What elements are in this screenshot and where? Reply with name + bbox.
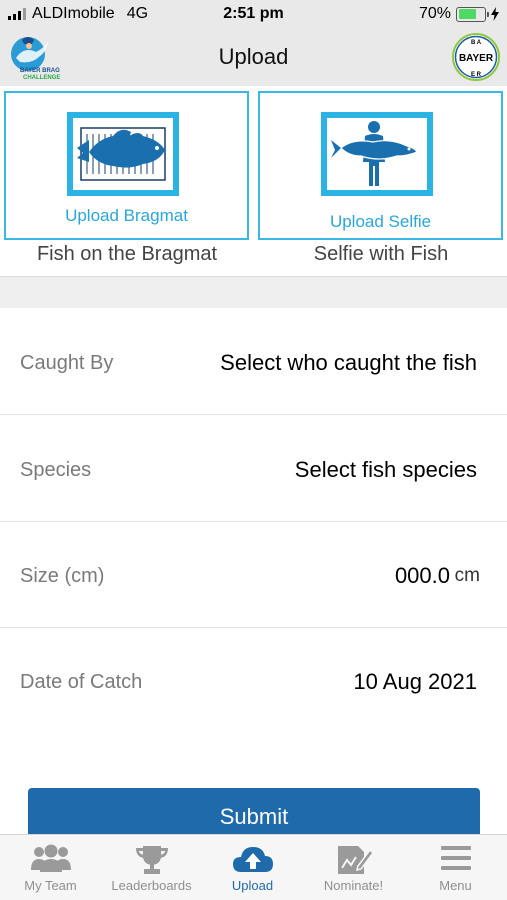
upload-bragmat-card[interactable]: Upload Bragmat <box>4 91 249 240</box>
charging-bolt-icon <box>491 7 499 21</box>
date-label: Date of Catch <box>20 671 143 693</box>
fish-on-mat-icon <box>77 127 166 181</box>
nominate-icon <box>337 846 374 874</box>
tab-my-team[interactable]: My Team <box>0 835 101 900</box>
team-icon <box>30 844 71 872</box>
upload-selfie-card[interactable]: Upload Selfie <box>258 91 503 240</box>
species-label: Species <box>20 459 92 481</box>
species-row[interactable]: Species Select fish species <box>0 416 507 522</box>
upload-area: Upload Bragmat Upload Selfie Fish on the… <box>0 86 507 276</box>
tab-label: Menu <box>439 878 472 893</box>
app-header: BAYER BRAG FISH CHALLENGE Upload BAYER B… <box>0 30 507 86</box>
tab-label: Leaderboards <box>111 878 192 893</box>
svg-text:E R: E R <box>471 72 482 78</box>
battery-percent: 70% <box>418 5 451 22</box>
tab-upload[interactable]: Upload <box>202 835 303 900</box>
tab-nominate[interactable]: Nominate! <box>303 835 404 900</box>
tab-menu[interactable]: Menu <box>405 835 506 900</box>
tab-label: Upload <box>231 878 274 893</box>
bayer-logo[interactable]: BAYER B A E R <box>451 32 501 82</box>
person-holding-fish-icon <box>331 121 418 186</box>
upload-selfie-label: Upload Selfie <box>329 212 432 231</box>
battery-icon <box>456 6 489 22</box>
status-right: 70% <box>419 5 499 23</box>
bragmat-caption: Fish on the Bragmat <box>36 243 218 265</box>
date-row[interactable]: Date of Catch 10 Aug 2021 <box>0 628 507 734</box>
bragmat-frame <box>67 112 179 196</box>
date-picker[interactable]: 10 Aug 2021 <box>353 669 477 695</box>
tab-bar: My Team Leaderboards Upload Nominate! Me… <box>0 834 507 900</box>
selfie-frame <box>321 112 433 196</box>
tab-label: My Team <box>24 878 77 893</box>
caught-by-label: Caught By <box>20 352 114 374</box>
size-input[interactable]: 000.0 <box>395 563 450 589</box>
tab-leaderboards[interactable]: Leaderboards <box>101 835 202 900</box>
caught-by-select[interactable]: Select who caught the fish <box>220 350 477 376</box>
size-row[interactable]: Size (cm) 000.0 cm <box>0 522 507 628</box>
section-divider <box>0 276 507 308</box>
status-bar: ALDImobile 4G 2:51 pm 70% <box>0 0 507 30</box>
caught-by-row[interactable]: Caught By Select who caught the fish <box>0 309 507 415</box>
submit-button[interactable]: Submit <box>28 788 480 840</box>
upload-bragmat-label: Upload Bragmat <box>65 206 188 225</box>
hamburger-menu-icon <box>440 846 471 870</box>
svg-text:B A: B A <box>471 40 482 46</box>
size-unit: cm <box>454 565 480 586</box>
species-select[interactable]: Select fish species <box>295 457 477 483</box>
selfie-caption: Selfie with Fish <box>313 243 449 265</box>
svg-text:CHALLENGE: CHALLENGE <box>23 75 60 81</box>
svg-text:BAYER: BAYER <box>459 53 494 64</box>
cloud-upload-icon <box>232 847 273 872</box>
page-title: Upload <box>218 44 289 69</box>
trophy-icon <box>135 846 168 874</box>
size-label: Size (cm) <box>20 565 105 587</box>
tab-label: Nominate! <box>323 878 384 893</box>
battery-fill <box>458 9 476 19</box>
